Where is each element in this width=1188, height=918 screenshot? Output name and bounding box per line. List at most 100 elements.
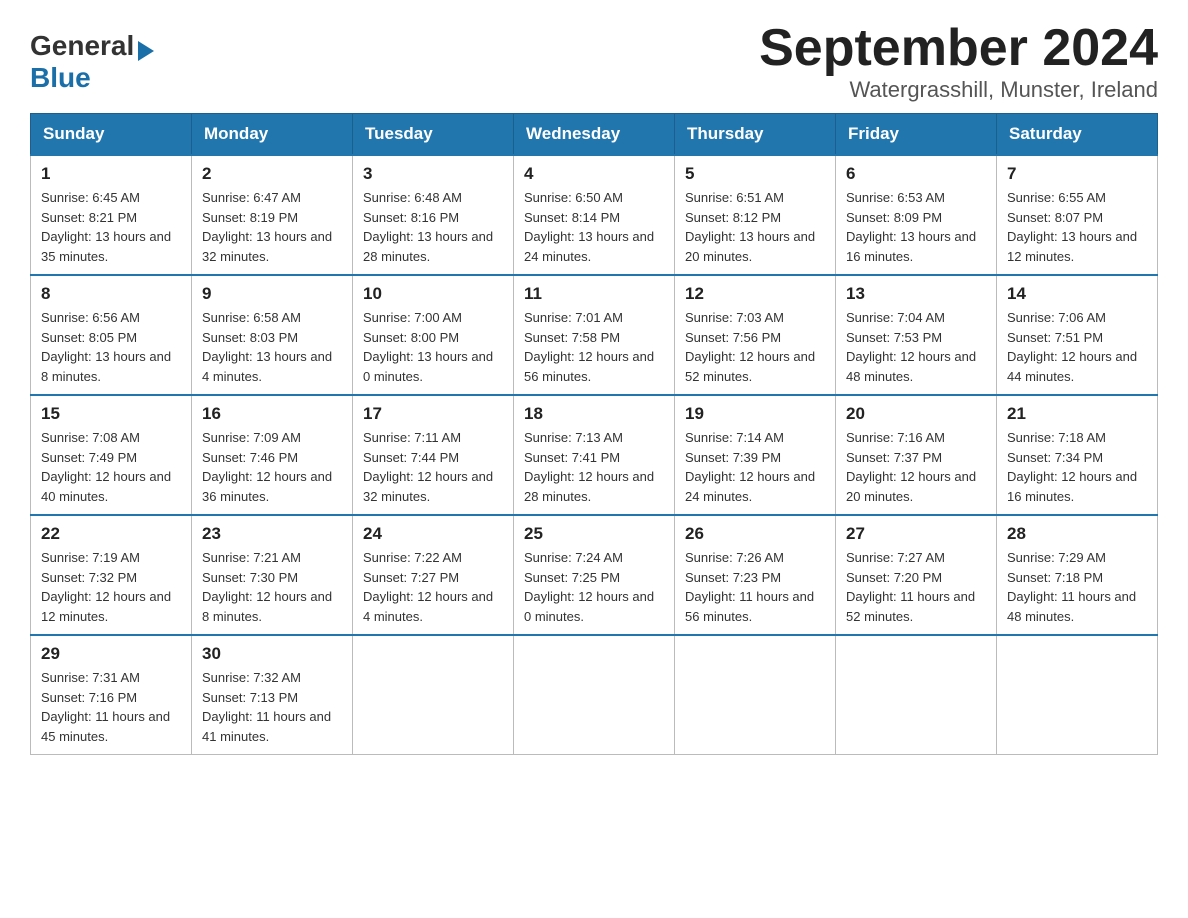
day-number: 7 [1007,164,1147,184]
day-number: 15 [41,404,181,424]
day-cell: 8Sunrise: 6:56 AMSunset: 8:05 PMDaylight… [31,275,192,395]
day-number: 13 [846,284,986,304]
title-area: September 2024 Watergrasshill, Munster, … [759,20,1158,103]
day-info: Sunrise: 7:08 AMSunset: 7:49 PMDaylight:… [41,428,181,506]
day-cell: 30Sunrise: 7:32 AMSunset: 7:13 PMDayligh… [192,635,353,755]
day-cell: 15 Sunrise: 7:08 AMSunset: 7:49 PMDayligh… [31,395,192,515]
day-info: Sunrise: 6:53 AMSunset: 8:09 PMDaylight:… [846,188,986,266]
calendar-header-row: SundayMondayTuesdayWednesdayThursdayFrid… [31,114,1158,156]
day-number: 29 [41,644,181,664]
day-cell [675,635,836,755]
day-info: Sunrise: 6:56 AMSunset: 8:05 PMDaylight:… [41,308,181,386]
day-number: 1 [41,164,181,184]
logo-triangle-icon [138,41,154,61]
day-number: 5 [685,164,825,184]
day-info: Sunrise: 7:06 AMSunset: 7:51 PMDaylight:… [1007,308,1147,386]
day-cell: 24Sunrise: 7:22 AMSunset: 7:27 PMDayligh… [353,515,514,635]
day-cell [836,635,997,755]
day-info: Sunrise: 7:29 AMSunset: 7:18 PMDaylight:… [1007,548,1147,626]
day-number: 16 [202,404,342,424]
day-info: Sunrise: 7:16 AMSunset: 7:37 PMDaylight:… [846,428,986,506]
day-cell: 5 Sunrise: 6:51 AMSunset: 8:12 PMDaylight… [675,155,836,275]
day-number: 28 [1007,524,1147,544]
day-info: Sunrise: 7:27 AMSunset: 7:20 PMDaylight:… [846,548,986,626]
day-cell: 18 Sunrise: 7:13 AMSunset: 7:41 PMDayligh… [514,395,675,515]
day-number: 18 [524,404,664,424]
day-cell: 19Sunrise: 7:14 AMSunset: 7:39 PMDayligh… [675,395,836,515]
day-cell: 20 Sunrise: 7:16 AMSunset: 7:37 PMDayligh… [836,395,997,515]
day-info: Sunrise: 7:03 AMSunset: 7:56 PMDaylight:… [685,308,825,386]
day-number: 14 [1007,284,1147,304]
day-number: 22 [41,524,181,544]
day-cell: 4 Sunrise: 6:50 AMSunset: 8:14 PMDaylight… [514,155,675,275]
week-row-5: 29 Sunrise: 7:31 AMSunset: 7:16 PMDayligh… [31,635,1158,755]
header-tuesday: Tuesday [353,114,514,156]
week-row-2: 8Sunrise: 6:56 AMSunset: 8:05 PMDaylight… [31,275,1158,395]
day-cell: 3 Sunrise: 6:48 AMSunset: 8:16 PMDaylight… [353,155,514,275]
day-info: Sunrise: 7:21 AMSunset: 7:30 PMDaylight:… [202,548,342,626]
day-number: 26 [685,524,825,544]
day-info: Sunrise: 6:45 AMSunset: 8:21 PMDaylight:… [41,188,181,266]
day-cell: 10 Sunrise: 7:00 AMSunset: 8:00 PMDayligh… [353,275,514,395]
day-number: 9 [202,284,342,304]
day-cell: 26Sunrise: 7:26 AMSunset: 7:23 PMDayligh… [675,515,836,635]
week-row-1: 1 Sunrise: 6:45 AMSunset: 8:21 PMDaylight… [31,155,1158,275]
day-number: 10 [363,284,503,304]
logo: General Blue [30,20,154,94]
day-cell: 21Sunrise: 7:18 AMSunset: 7:34 PMDayligh… [997,395,1158,515]
day-number: 19 [685,404,825,424]
day-info: Sunrise: 7:22 AMSunset: 7:27 PMDaylight:… [363,548,503,626]
day-cell: 28 Sunrise: 7:29 AMSunset: 7:18 PMDayligh… [997,515,1158,635]
day-info: Sunrise: 6:47 AMSunset: 8:19 PMDaylight:… [202,188,342,266]
day-number: 3 [363,164,503,184]
day-info: Sunrise: 7:04 AMSunset: 7:53 PMDaylight:… [846,308,986,386]
day-info: Sunrise: 6:48 AMSunset: 8:16 PMDaylight:… [363,188,503,266]
logo-blue-text: Blue [30,62,91,94]
day-info: Sunrise: 7:13 AMSunset: 7:41 PMDaylight:… [524,428,664,506]
day-number: 20 [846,404,986,424]
week-row-4: 22Sunrise: 7:19 AMSunset: 7:32 PMDayligh… [31,515,1158,635]
location-subtitle: Watergrasshill, Munster, Ireland [759,77,1158,103]
day-cell: 22Sunrise: 7:19 AMSunset: 7:32 PMDayligh… [31,515,192,635]
day-info: Sunrise: 6:51 AMSunset: 8:12 PMDaylight:… [685,188,825,266]
day-number: 23 [202,524,342,544]
day-cell: 6 Sunrise: 6:53 AMSunset: 8:09 PMDaylight… [836,155,997,275]
day-info: Sunrise: 7:00 AMSunset: 8:00 PMDaylight:… [363,308,503,386]
day-cell: 7 Sunrise: 6:55 AMSunset: 8:07 PMDaylight… [997,155,1158,275]
day-number: 30 [202,644,342,664]
header-friday: Friday [836,114,997,156]
day-cell [514,635,675,755]
header-thursday: Thursday [675,114,836,156]
day-number: 27 [846,524,986,544]
day-number: 25 [524,524,664,544]
day-cell: 16 Sunrise: 7:09 AMSunset: 7:46 PMDayligh… [192,395,353,515]
logo-general-text: General [30,30,154,62]
day-cell: 23 Sunrise: 7:21 AMSunset: 7:30 PMDayligh… [192,515,353,635]
day-number: 17 [363,404,503,424]
day-info: Sunrise: 6:55 AMSunset: 8:07 PMDaylight:… [1007,188,1147,266]
day-number: 2 [202,164,342,184]
day-cell [353,635,514,755]
day-cell: 2 Sunrise: 6:47 AMSunset: 8:19 PMDaylight… [192,155,353,275]
day-number: 6 [846,164,986,184]
day-info: Sunrise: 7:11 AMSunset: 7:44 PMDaylight:… [363,428,503,506]
day-number: 12 [685,284,825,304]
day-info: Sunrise: 6:50 AMSunset: 8:14 PMDaylight:… [524,188,664,266]
day-info: Sunrise: 7:24 AMSunset: 7:25 PMDaylight:… [524,548,664,626]
day-info: Sunrise: 7:18 AMSunset: 7:34 PMDaylight:… [1007,428,1147,506]
header-monday: Monday [192,114,353,156]
day-info: Sunrise: 7:31 AMSunset: 7:16 PMDaylight:… [41,668,181,746]
day-number: 4 [524,164,664,184]
month-title: September 2024 [759,20,1158,77]
day-cell: 14 Sunrise: 7:06 AMSunset: 7:51 PMDayligh… [997,275,1158,395]
day-cell: 25 Sunrise: 7:24 AMSunset: 7:25 PMDayligh… [514,515,675,635]
day-info: Sunrise: 7:09 AMSunset: 7:46 PMDaylight:… [202,428,342,506]
header-saturday: Saturday [997,114,1158,156]
calendar-table: SundayMondayTuesdayWednesdayThursdayFrid… [30,113,1158,755]
day-cell [997,635,1158,755]
day-cell: 27 Sunrise: 7:27 AMSunset: 7:20 PMDayligh… [836,515,997,635]
day-cell: 13 Sunrise: 7:04 AMSunset: 7:53 PMDayligh… [836,275,997,395]
header-wednesday: Wednesday [514,114,675,156]
day-cell: 29 Sunrise: 7:31 AMSunset: 7:16 PMDayligh… [31,635,192,755]
week-row-3: 15 Sunrise: 7:08 AMSunset: 7:49 PMDayligh… [31,395,1158,515]
